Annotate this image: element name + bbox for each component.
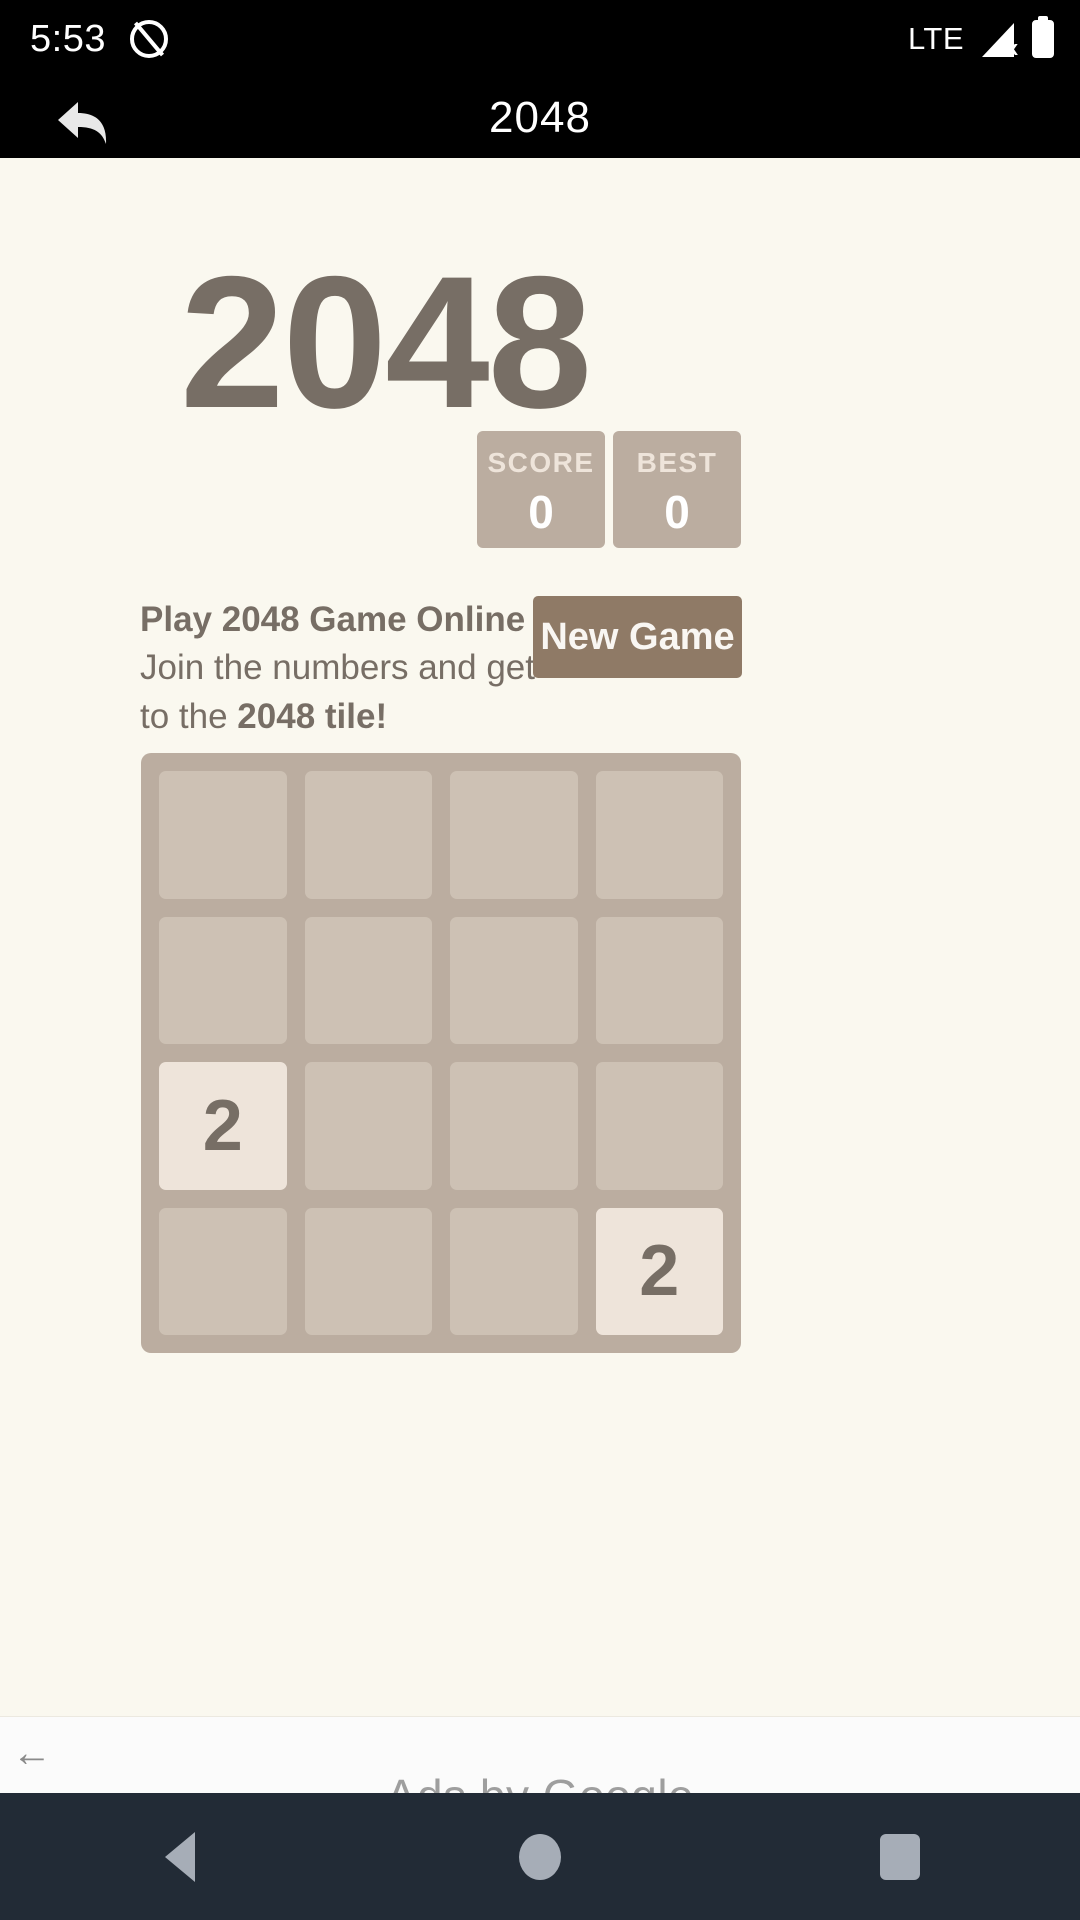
tile-2: 2 [595,1207,723,1335]
empty-cell [304,916,432,1044]
intro-line-1: Play 2048 Game Online [140,600,526,639]
empty-cell [159,1207,287,1335]
game-board-grid[interactable]: 22 [141,753,741,1353]
empty-cell [304,771,432,899]
empty-cell [159,771,287,899]
empty-cell [595,1062,723,1190]
empty-cell [450,771,578,899]
status-bar-left: 5:53 [30,18,168,61]
app-header: 2048 [0,78,1080,158]
empty-cell [450,916,578,1044]
score-box: SCORE 0 [477,431,605,548]
empty-cell [304,1207,432,1335]
intro-line-2: Join the numbers and get [140,648,535,688]
ad-strip: ← Ads by Google [0,1716,1080,1793]
best-value: 0 [664,485,690,538]
network-type-label: LTE [907,21,964,56]
nav-home-button[interactable] [480,1793,600,1920]
empty-cell [450,1207,578,1335]
ad-back-arrow-icon[interactable]: ← [12,1733,52,1773]
nav-back-icon [165,1831,195,1882]
game-content-area: 2048 SCORE 0 BEST 0 Play 2048 Game Onlin… [0,158,1080,1716]
system-navigation-bar [0,1793,1080,1920]
intro-line-3-prefix: to the [140,696,238,736]
do-not-disturb-icon [129,20,168,58]
battery-full-icon [1032,20,1054,58]
score-value: 0 [528,485,554,538]
nav-recents-icon [880,1833,920,1880]
nav-back-button[interactable] [120,1793,240,1920]
tile-2: 2 [159,1062,287,1190]
empty-cell [450,1062,578,1190]
status-bar-right: LTE x [907,20,1054,59]
best-label: BEST [636,446,718,478]
app-title: 2048 [489,93,591,142]
status-time: 5:53 [30,17,106,60]
nav-home-icon [519,1833,561,1880]
game-title-heading: 2048 [180,237,592,447]
best-score-box: BEST 0 [613,431,741,548]
empty-cell [595,771,723,899]
status-bar: 5:53 LTE x [0,0,1080,78]
new-game-button[interactable]: New Game [533,596,742,678]
nav-recents-button[interactable] [840,1793,960,1920]
ads-by-google-label: Ads by Google [0,1769,1080,1793]
empty-cell [159,916,287,1044]
score-label: SCORE [487,446,595,478]
intro-line-3-strong: 2048 tile! [237,696,388,736]
empty-cell [304,1062,432,1190]
new-game-button-label: New Game [540,615,735,658]
intro-description: Play 2048 Game Online Join the numbers a… [140,596,540,741]
empty-cell [595,916,723,1044]
signal-no-service-icon: x [978,21,1018,59]
